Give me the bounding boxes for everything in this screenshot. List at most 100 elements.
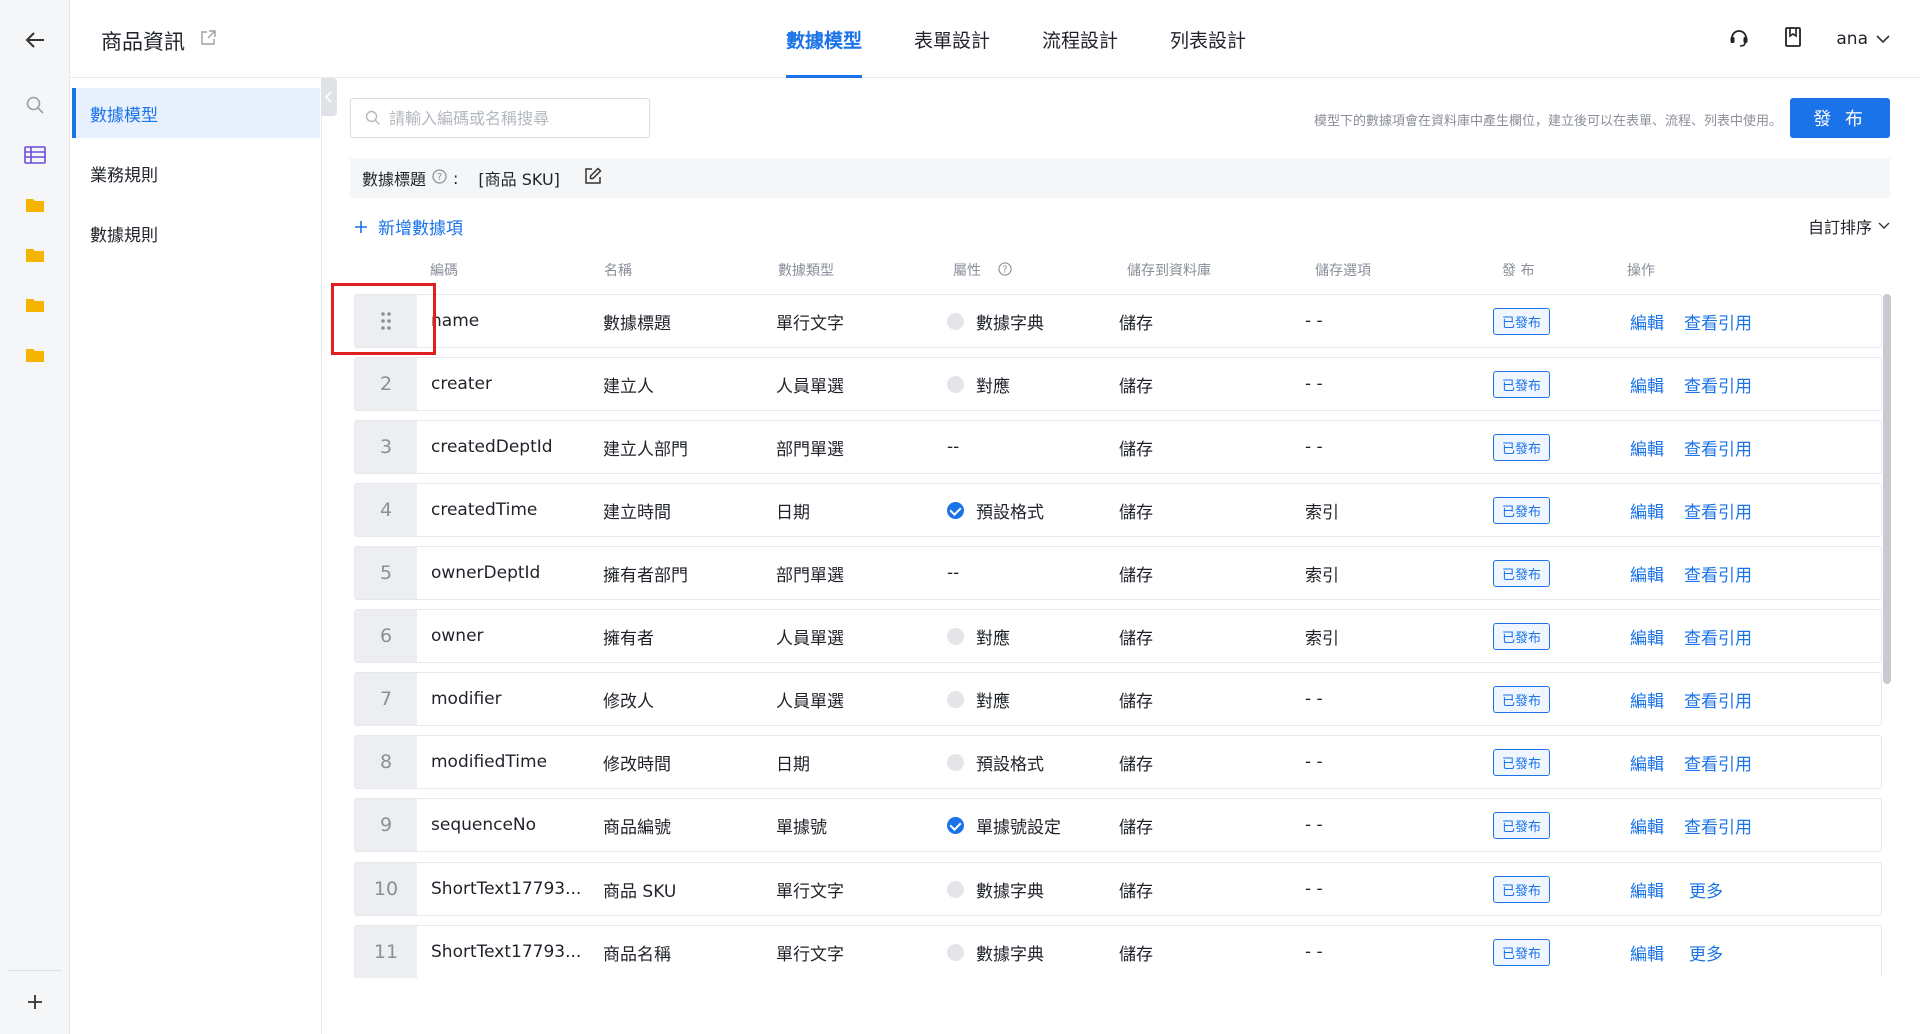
edit-link[interactable]: 編輯 [1630, 673, 1664, 725]
sidebar-item-data-rules[interactable]: 數據規則 [72, 208, 320, 258]
table-row[interactable]: name 數據標題 單行文字 數據字典 儲存 - - 已發布 編輯 查看引用 [354, 294, 1882, 348]
row-index[interactable]: 10 [355, 863, 417, 915]
table-row[interactable]: 10 ShortText17793... 商品 SKU 單行文字 數據字典 儲存… [354, 862, 1882, 916]
help-circle-icon[interactable]: ? [998, 262, 1012, 280]
row-index[interactable]: 4 [355, 484, 417, 536]
folder-icon[interactable] [20, 340, 50, 370]
cell-type: 人員單選 [776, 628, 844, 649]
search-input[interactable] [389, 108, 629, 128]
chevron-left-icon [325, 91, 332, 103]
status-badge: 已發布 [1493, 559, 1551, 587]
edit-link[interactable]: 編輯 [1630, 610, 1664, 662]
edit-link[interactable]: 編輯 [1630, 295, 1664, 347]
attr-status-dot [947, 690, 964, 708]
cell-option: - - [1305, 374, 1323, 394]
more-link[interactable]: 更多 [1689, 926, 1723, 978]
status-badge: 已發布 [1493, 433, 1551, 461]
bookmark-icon[interactable] [1784, 26, 1802, 52]
help-circle-icon[interactable]: ? [432, 168, 447, 188]
tab-form-design[interactable]: 表單設計 [888, 0, 1016, 78]
edit-pencil-icon[interactable] [584, 167, 602, 189]
row-index[interactable]: 7 [355, 673, 417, 725]
cell-type: 單行文字 [776, 881, 844, 902]
table-row[interactable]: 3 createdDeptId 建立人部門 部門單選 -- 儲存 - - 已發布… [354, 420, 1882, 474]
view-references-link[interactable]: 查看引用 [1684, 799, 1752, 851]
col-header-action: 操作 [1627, 263, 1655, 279]
col-header-store: 儲存到資料庫 [1127, 263, 1211, 279]
table-row[interactable]: 8 modifiedTime 修改時間 日期 預設格式 儲存 - - 已發布 編… [354, 735, 1882, 789]
cell-type: 部門單選 [776, 439, 844, 460]
row-index[interactable]: 6 [355, 610, 417, 662]
table-row[interactable]: 6 owner 擁有者 人員單選 對應 儲存 索引 已發布 編輯 查看引用 [354, 609, 1882, 663]
cell-option: - - [1305, 815, 1323, 835]
attr-status-dot [947, 312, 964, 330]
user-menu[interactable]: ana [1836, 29, 1890, 49]
table-row[interactable]: 2 creater 建立人 人員單選 對應 儲存 - - 已發布 編輯 查看引用 [354, 357, 1882, 411]
cell-attr: 對應 [947, 673, 1010, 725]
sidebar-item-business-rules[interactable]: 業務規則 [72, 148, 320, 198]
view-references-link[interactable]: 查看引用 [1684, 358, 1752, 410]
cell-code: ShortText17793... [431, 942, 582, 962]
cell-store: 儲存 [1119, 691, 1153, 712]
folder-icon[interactable] [20, 240, 50, 270]
folder-icon[interactable] [20, 290, 50, 320]
sort-dropdown[interactable]: 自訂排序 [1808, 214, 1890, 238]
table-row[interactable]: 9 sequenceNo 商品編號 單據號 單據號設定 儲存 - - 已發布 編… [354, 798, 1882, 852]
edit-link[interactable]: 編輯 [1630, 863, 1664, 915]
cell-option: - - [1305, 752, 1323, 772]
edit-link[interactable]: 編輯 [1630, 421, 1664, 473]
view-references-link[interactable]: 查看引用 [1684, 673, 1752, 725]
publish-button[interactable]: 發 布 [1790, 98, 1890, 138]
view-references-link[interactable]: 查看引用 [1684, 736, 1752, 788]
add-data-item-button[interactable]: 新增數據項 [354, 214, 463, 239]
cell-store: 儲存 [1119, 944, 1153, 965]
tab-flow-design[interactable]: 流程設計 [1016, 0, 1144, 78]
cell-store: 儲存 [1119, 628, 1153, 649]
external-link-icon[interactable] [200, 30, 216, 50]
search-icon[interactable] [20, 90, 50, 120]
view-references-link[interactable]: 查看引用 [1684, 421, 1752, 473]
edit-link[interactable]: 編輯 [1630, 484, 1664, 536]
table-row[interactable]: 7 modifier 修改人 人員單選 對應 儲存 - - 已發布 編輯 查看引… [354, 672, 1882, 726]
row-index[interactable]: 9 [355, 799, 417, 851]
view-references-link[interactable]: 查看引用 [1684, 295, 1752, 347]
tab-data-model[interactable]: 數據模型 [760, 0, 888, 78]
more-link[interactable]: 更多 [1689, 863, 1723, 915]
table-row[interactable]: 4 createdTime 建立時間 日期 預設格式 儲存 索引 已發布 編輯 … [354, 483, 1882, 537]
chevron-down-icon [1878, 222, 1890, 229]
back-arrow-icon[interactable] [20, 25, 50, 55]
view-references-link[interactable]: 查看引用 [1684, 610, 1752, 662]
edit-link[interactable]: 編輯 [1630, 358, 1664, 410]
cell-attr: 數據字典 [947, 926, 1044, 978]
cell-name: 修改人 [603, 691, 654, 712]
collapse-sidebar-button[interactable] [321, 78, 337, 116]
support-headset-icon[interactable] [1728, 26, 1750, 52]
cell-type: 單據號 [776, 817, 827, 838]
edit-link[interactable]: 編輯 [1630, 799, 1664, 851]
edit-link[interactable]: 編輯 [1630, 736, 1664, 788]
table-list-icon[interactable] [20, 140, 50, 170]
search-box[interactable] [350, 98, 650, 138]
table-scrollbar[interactable] [1883, 294, 1891, 684]
table-row[interactable]: 11 ShortText17793... 商品名稱 單行文字 數據字典 儲存 -… [354, 925, 1882, 978]
plus-icon[interactable] [20, 987, 50, 1017]
user-name: ana [1836, 29, 1868, 49]
app-root: 商品資訊 數據模型 表單設計 流程設計 列表設計 ana 數據模型 業務規則 數 [0, 0, 1920, 1034]
attr-label: 數據字典 [976, 881, 1044, 902]
cell-name: 建立時間 [603, 502, 671, 523]
view-references-link[interactable]: 查看引用 [1684, 547, 1752, 599]
folder-icon[interactable] [20, 190, 50, 220]
tab-list-design[interactable]: 列表設計 [1144, 0, 1272, 78]
row-index[interactable]: 5 [355, 547, 417, 599]
view-references-link[interactable]: 查看引用 [1684, 484, 1752, 536]
row-index[interactable]: 3 [355, 421, 417, 473]
table-row[interactable]: 5 ownerDeptId 擁有者部門 部門單選 -- 儲存 索引 已發布 編輯… [354, 546, 1882, 600]
edit-link[interactable]: 編輯 [1630, 547, 1664, 599]
cell-store: 儲存 [1119, 565, 1153, 586]
row-index[interactable]: 2 [355, 358, 417, 410]
row-index[interactable]: 11 [355, 926, 417, 978]
row-index[interactable]: 8 [355, 736, 417, 788]
edit-link[interactable]: 編輯 [1630, 926, 1664, 978]
cell-attr: 預設格式 [947, 736, 1044, 788]
sidebar-item-data-model[interactable]: 數據模型 [72, 88, 320, 138]
